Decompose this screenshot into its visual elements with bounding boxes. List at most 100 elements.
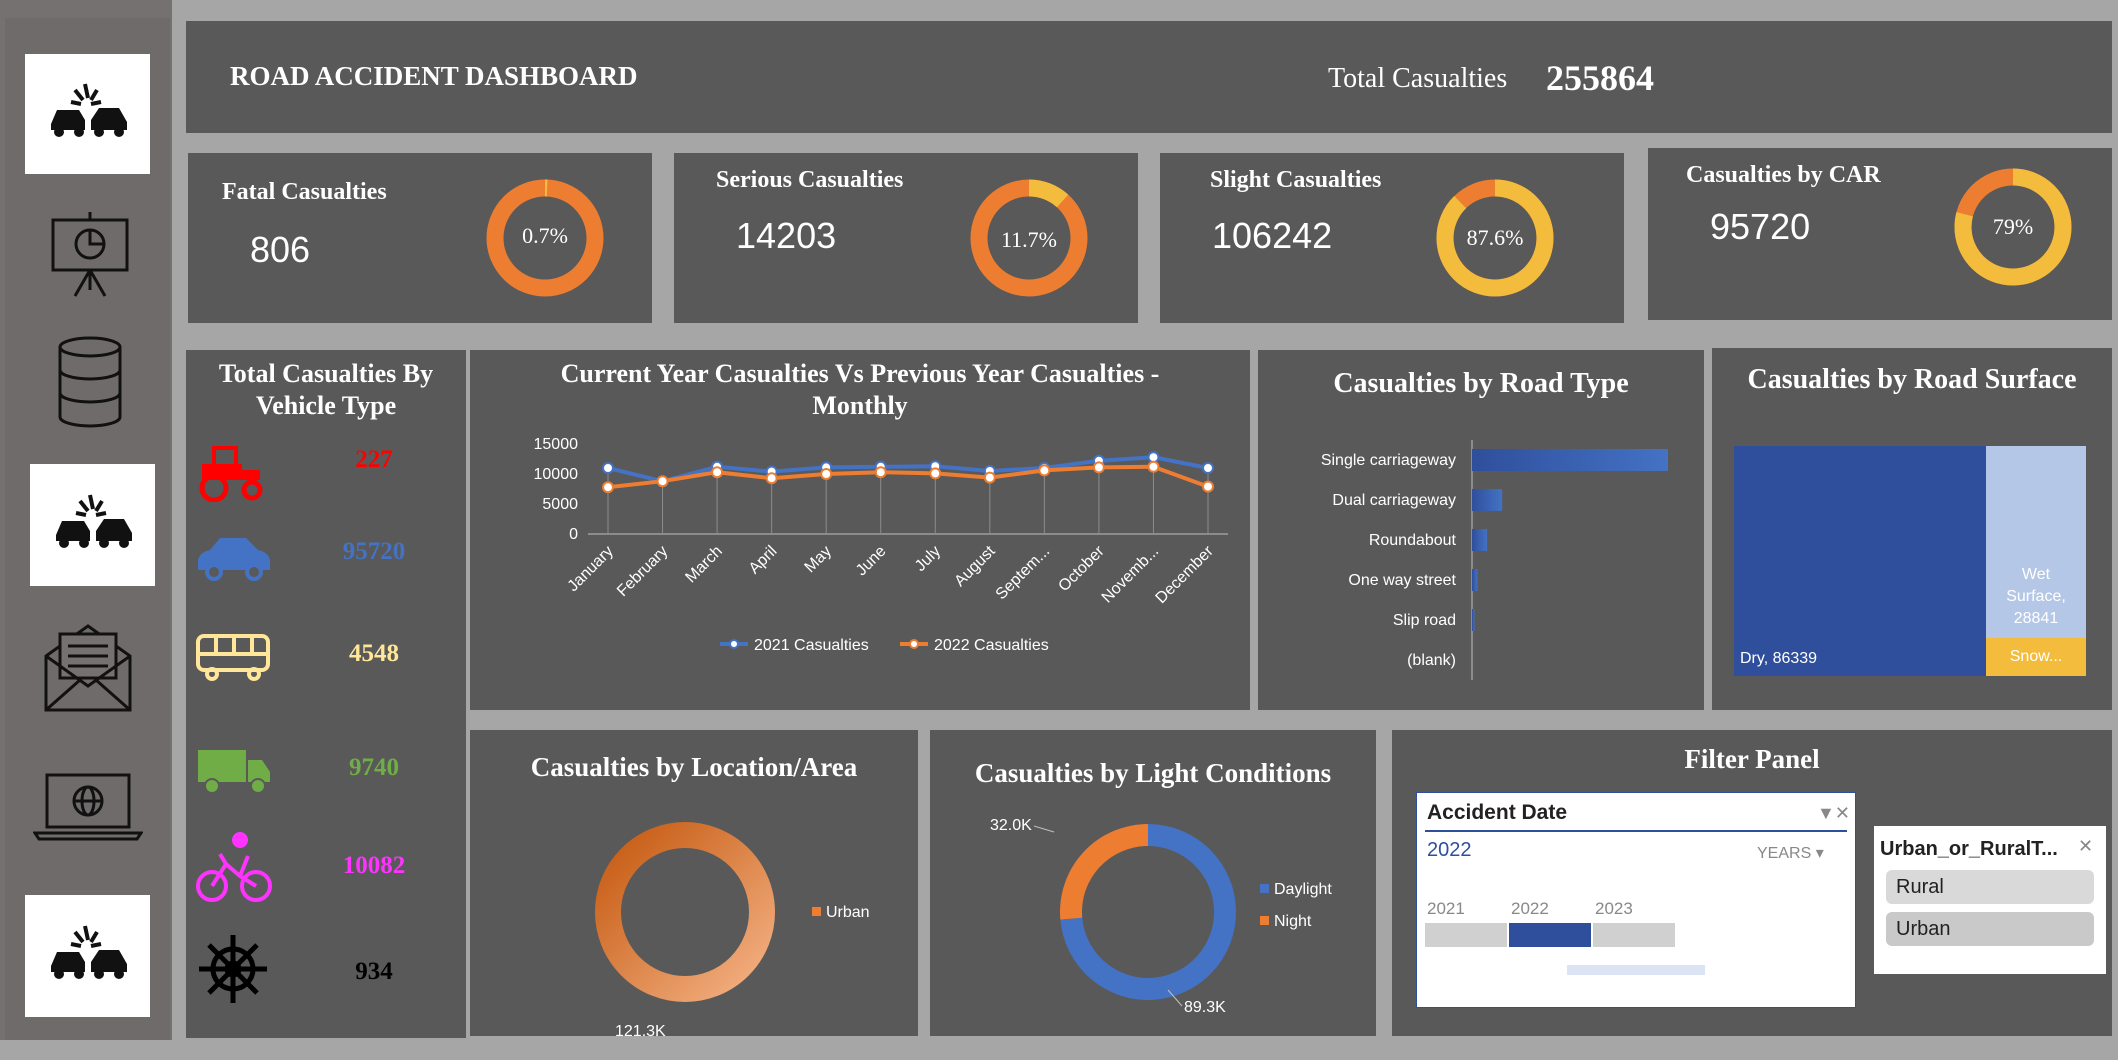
- timeline-year-2022: 2022: [1511, 899, 1549, 918]
- data-point: [1202, 480, 1214, 493]
- nav-crash-icon-top[interactable]: [25, 54, 150, 174]
- monthly-line-chart: 15000 10000 5000 0JanuaryFebruary March April…: [534, 436, 1228, 654]
- kpi-card-car: Casualties by CAR 95720 79%: [1648, 148, 2112, 320]
- kpi-donut-label: 11.7%: [1000, 227, 1057, 252]
- vehicle-type-title-line2: Vehicle Type: [255, 391, 397, 420]
- kpi-label: Slight Casualties: [1210, 167, 1382, 193]
- time-level-label: YEARS: [1757, 845, 1812, 862]
- data-point: [874, 466, 887, 479]
- bicycle-icon: [196, 832, 272, 902]
- data-point: [983, 471, 996, 484]
- total-casualties-label: Total Casualties: [1328, 63, 1508, 94]
- vehicle-type-panel: Total Casualties By Vehicle Type 227 957…: [186, 350, 466, 1038]
- nav-database[interactable]: [45, 330, 135, 435]
- treemap-tile-snow: Snow...: [1986, 638, 2086, 676]
- truck-icon: [198, 750, 270, 794]
- car-crash-icon: [50, 925, 127, 979]
- data-point: [929, 467, 942, 480]
- bar-category-label: Single carriageway: [1321, 452, 1456, 469]
- urban-rural-slicer[interactable]: Urban_or_RuralT... ✕ Rural Urban: [1874, 826, 2106, 974]
- dashboard-title: ROAD ACCIDENT DASHBOARD: [230, 61, 638, 91]
- donut-data-label: 89.3K: [1184, 999, 1226, 1016]
- treemap-label-dry: Dry, 86339: [1740, 650, 1818, 667]
- timeline-bar-2023[interactable]: [1593, 923, 1675, 947]
- road-surface-treemap: Dry, 86339 Wet Surface, 28841 Snow...: [1734, 446, 2086, 676]
- bar: [1472, 529, 1488, 551]
- monthly-casualties-panel: Current Year Casualties Vs Previous Year…: [470, 350, 1250, 710]
- data-point: [602, 481, 614, 494]
- treemap-label-snow: Snow...: [2009, 648, 2063, 665]
- road-type-panel: Casualties by Road Type Single carriagew…: [1258, 350, 1704, 710]
- kpi-value: 806: [250, 229, 311, 270]
- light-conditions-title: Casualties by Light Conditions: [974, 758, 1332, 788]
- kpi-card-serious: Serious Casualties 14203 11.7%: [674, 153, 1138, 323]
- timeline-bar-2022-selected[interactable]: [1509, 923, 1591, 947]
- header-bar: ROAD ACCIDENT DASHBOARD Total Casualties…: [186, 21, 2112, 133]
- tractor-icon: [199, 446, 263, 502]
- road-surface-title: Casualties by Road Surface: [1747, 364, 2077, 395]
- leader-line: [1033, 825, 1055, 833]
- vehicle-value-bus: 4548: [349, 640, 399, 667]
- bus-icon: [196, 634, 270, 681]
- timeline-bar-2021[interactable]: [1425, 923, 1507, 947]
- y-tick-label: 5000: [542, 496, 578, 513]
- clear-filter-icon[interactable]: ✕: [2078, 836, 2093, 857]
- data-point: [1092, 461, 1105, 474]
- kpi-card-fatal: Fatal Casualties 806 0.7%: [188, 153, 652, 323]
- treemap-tile-dry: Dry, 86339: [1734, 446, 1986, 676]
- slicer-divider: [1425, 830, 1847, 832]
- nav-crash-icon-active[interactable]: [30, 464, 155, 586]
- x-tick-label: August: [951, 542, 999, 590]
- timeline-scrollbar[interactable]: [1567, 965, 1705, 975]
- bar: [1472, 609, 1475, 631]
- clear-filter-icon[interactable]: ▼✕: [1817, 803, 1850, 824]
- legend-swatch-urban: [812, 907, 821, 916]
- kpi-label: Casualties by CAR: [1686, 162, 1881, 188]
- mail-icon: [44, 623, 132, 711]
- x-tick-label: December: [1153, 542, 1218, 607]
- road-type-bar-chart: Single carriageway Dual carriageway Rounda…: [1321, 440, 1668, 680]
- donut-slice: [1060, 824, 1149, 920]
- legend-label-urban: Urban: [826, 904, 870, 921]
- bar-category-label: Dual carriageway: [1332, 492, 1456, 509]
- legend-marker: [729, 639, 739, 649]
- data-point: [1147, 451, 1160, 464]
- x-tick-label: October: [1055, 542, 1108, 595]
- treemap-label-wet: Wet Surface, 28841: [1986, 564, 2086, 630]
- data-point: [765, 472, 778, 485]
- bar-category-label: Roundabout: [1369, 532, 1457, 549]
- nav-mail[interactable]: [38, 612, 138, 717]
- x-tick-label: February: [614, 543, 671, 600]
- legend-label: Night: [1274, 913, 1312, 930]
- car-icon: [198, 538, 270, 581]
- bar-category-label: Slip road: [1393, 612, 1456, 629]
- nav-web[interactable]: [30, 768, 145, 843]
- sidebar: [0, 0, 172, 1040]
- vehicle-type-title-line1: Total Casualties By: [218, 359, 434, 388]
- x-tick-label: Novemb...: [1099, 543, 1163, 607]
- kpi-donut-label: 0.7%: [522, 223, 568, 248]
- filter-panel: Filter Panel Accident Date ▼✕ 2022 YEARS…: [1392, 730, 2112, 1036]
- date-slicer-title: Accident Date: [1427, 801, 1568, 824]
- area-option-urban[interactable]: Urban: [1886, 912, 2094, 946]
- y-tick-label: 0: [569, 526, 578, 543]
- series-line: [607, 455, 1209, 484]
- nav-presentation[interactable]: [40, 205, 140, 305]
- nav-crash-icon-bottom[interactable]: [25, 895, 150, 1017]
- data-point: [820, 468, 833, 480]
- light-conditions-panel: Casualties by Light Conditions 89.3K 32.0…: [930, 730, 1376, 1036]
- legend-marker: [909, 639, 919, 649]
- kpi-value: 14203: [736, 215, 837, 256]
- database-icon: [58, 336, 122, 428]
- total-casualties-value: 255864: [1546, 58, 1654, 98]
- accident-date-slicer[interactable]: Accident Date ▼✕ 2022 YEARS ▾ 2021 2022 …: [1416, 792, 1856, 1008]
- kpi-card-slight: Slight Casualties 106242 87.6%: [1160, 153, 1624, 323]
- location-area-donut: 121.3K Urban: [595, 822, 870, 1036]
- vehicle-value-bicycle: 10082: [342, 852, 406, 879]
- area-option-rural[interactable]: Rural: [1886, 870, 2094, 904]
- area-slicer-title: Urban_or_RuralT...: [1880, 838, 2058, 860]
- presentation-chart-icon: [51, 212, 129, 297]
- time-level-dropdown[interactable]: YEARS ▾: [1757, 843, 1824, 863]
- road-surface-panel: Casualties by Road Surface Dry, 86339 We…: [1712, 348, 2112, 710]
- chevron-down-icon: ▾: [1815, 845, 1824, 862]
